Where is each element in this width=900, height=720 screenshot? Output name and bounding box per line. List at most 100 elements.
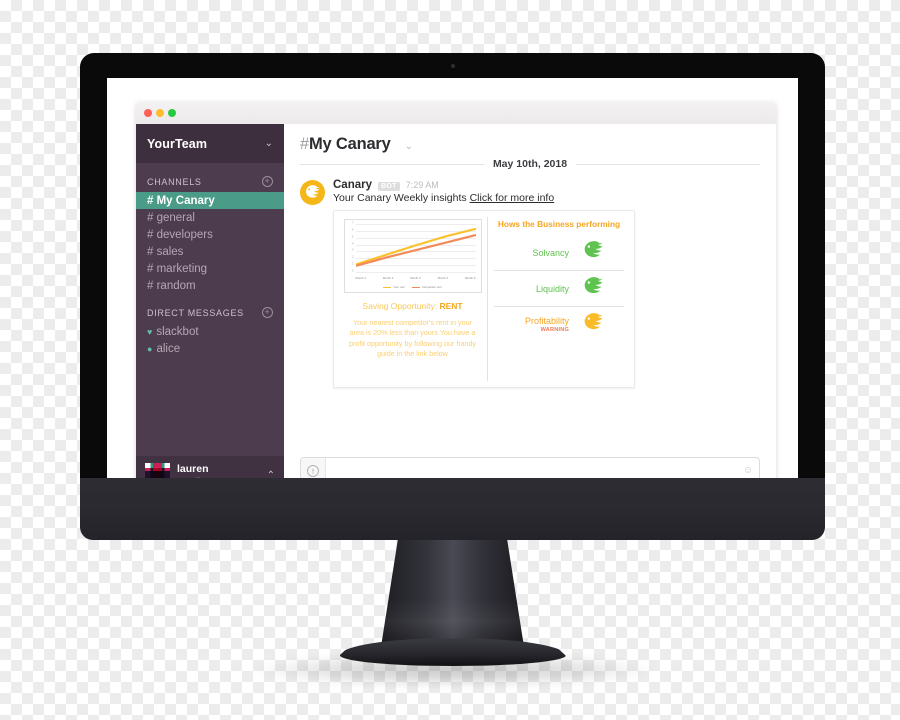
minimize-icon[interactable] (156, 109, 164, 117)
channel-label: # general (147, 211, 195, 224)
x-tick: Month 2 (382, 276, 394, 281)
monitor-shadow (252, 653, 653, 687)
message-list: Canary BOT 7:29 AM Your Canary Weekly in… (284, 170, 776, 449)
saving-title-highlight: RENT (439, 301, 463, 311)
sidebar-item-marketing[interactable]: # marketing (136, 260, 284, 277)
legend-label: Competitor rent (421, 285, 442, 290)
sidebar-item-sales[interactable]: # sales (136, 243, 284, 260)
message-composer[interactable]: ↑ ☺ (300, 457, 760, 478)
y-tick: 5 (352, 235, 354, 239)
saving-opportunity-title: Saving Opportunity: RENT (362, 301, 462, 311)
dm-label: slackbot (156, 325, 199, 338)
monitor-stand-neck (380, 540, 525, 650)
team-header[interactable]: YourTeam ⌄ (136, 124, 284, 163)
message-author: Canary (333, 179, 372, 191)
chart-plot-area: 7 6 5 4 3 2 1 0 (352, 222, 476, 273)
y-tick: 3 (352, 249, 354, 253)
chart-legend: Your rent Competitor rent (345, 286, 481, 289)
legend-item-competitor-rent: Competitor rent (411, 285, 442, 290)
divider-rule-right (576, 163, 761, 165)
legend-label: Your rent (393, 285, 405, 290)
sidebar-item-developers[interactable]: # developers (136, 226, 284, 243)
hash-icon: # (300, 135, 309, 153)
y-tick: 6 (352, 228, 354, 232)
message-input[interactable] (326, 464, 737, 477)
monitor-screen: YourTeam ⌄ CHANNELS + # My Canary # gene… (107, 78, 798, 478)
close-icon[interactable] (144, 109, 152, 117)
message-item: Canary BOT 7:29 AM Your Canary Weekly in… (300, 179, 760, 388)
team-name: YourTeam (147, 136, 208, 151)
add-channel-icon[interactable]: + (262, 176, 273, 187)
upload-button[interactable]: ↑ (301, 458, 326, 478)
message-body: Canary BOT 7:29 AM Your Canary Weekly in… (333, 179, 760, 388)
channel-label: # developers (147, 228, 213, 241)
message-text: Your Canary Weekly insights Click for mo… (333, 192, 760, 204)
more-info-link[interactable]: Click for more info (470, 192, 555, 204)
x-tick: Month 1 (355, 276, 366, 281)
metric-label: Profitability (524, 316, 569, 326)
channel-label: # marketing (147, 262, 208, 275)
channel-title-row: #My Canary ⌄ (300, 135, 760, 154)
chart-series-lines (356, 224, 476, 272)
metric-label: Solvancy (532, 247, 569, 258)
channels-section-header: CHANNELS + (136, 163, 284, 192)
bird-icon-green (579, 240, 607, 265)
slack-window: YourTeam ⌄ CHANNELS + # My Canary # gene… (136, 102, 776, 478)
user-info: lauren ● online (177, 463, 260, 479)
metric-warning-label: WARNING (540, 327, 569, 333)
card-right-panel: Hows the Business performing Solvancy Li… (488, 217, 630, 381)
chevron-up-icon[interactable]: ⌃ (267, 470, 275, 479)
y-tick: 0 (352, 269, 354, 273)
dm-label: DIRECT MESSAGES (147, 307, 244, 318)
monitor: YourTeam ⌄ CHANNELS + # My Canary # gene… (80, 53, 825, 687)
rent-comparison-chart: 7 6 5 4 3 2 1 0 Month 1 Month 2 Month 3 … (343, 219, 482, 293)
channel-title-text: My Canary (308, 135, 391, 153)
metric-label-wrap: Profitability WARNING (511, 316, 569, 333)
heart-icon: ♥ (147, 326, 153, 337)
sidebar-item-random[interactable]: # random (136, 277, 284, 294)
emoji-icon[interactable]: ☺ (737, 465, 759, 476)
metric-label-wrap: Solvancy (511, 248, 569, 258)
monitor-bezel: YourTeam ⌄ CHANNELS + # My Canary # gene… (80, 53, 825, 478)
channel-label: # random (147, 279, 196, 292)
message-text-plain: Your Canary Weekly insights (333, 192, 470, 204)
avatar (145, 462, 170, 478)
presence-dot-icon: ● (147, 343, 153, 354)
legend-swatch (411, 286, 420, 289)
sidebar: YourTeam ⌄ CHANNELS + # My Canary # gene… (136, 124, 284, 478)
x-tick: Month 4 (437, 276, 449, 281)
legend-swatch (383, 286, 392, 289)
user-name: lauren (177, 462, 209, 475)
window-body: YourTeam ⌄ CHANNELS + # My Canary # gene… (136, 124, 776, 478)
chevron-down-icon[interactable]: ⌄ (265, 138, 273, 149)
sidebar-item-slackbot[interactable]: ♥ slackbot (136, 323, 284, 340)
y-tick: 7 (352, 221, 354, 225)
sidebar-item-my-canary[interactable]: # My Canary (136, 192, 284, 209)
metric-row-liquidity: Liquidity (494, 270, 624, 306)
chevron-down-icon[interactable]: ⌄ (405, 141, 413, 152)
date-label: May 10th, 2018 (492, 158, 568, 170)
add-dm-icon[interactable]: + (262, 307, 273, 318)
metric-row-solvancy: Solvancy (494, 235, 624, 270)
sidebar-item-general[interactable]: # general (136, 209, 284, 226)
y-tick: 4 (352, 242, 354, 246)
status-badge: BOT (378, 182, 400, 191)
channels-label: CHANNELS (147, 176, 202, 187)
monitor-chin (80, 478, 825, 540)
saving-title-prefix: Saving Opportunity: (362, 301, 440, 311)
bird-icon-green (579, 276, 607, 301)
message-timestamp: 7:29 AM (405, 180, 439, 190)
x-tick: Month 3 (410, 276, 421, 281)
card-left-panel: 7 6 5 4 3 2 1 0 Month 1 Month 2 Month 3 … (338, 217, 488, 381)
user-bar[interactable]: lauren ● online ⌃ (136, 456, 284, 478)
sidebar-item-alice[interactable]: ● alice (136, 340, 284, 357)
y-tick: 1 (352, 262, 354, 266)
chart-x-axis: Month 1 Month 2 Month 3 Month 4 Month 5 (356, 277, 476, 280)
metric-label: Liquidity (535, 283, 569, 294)
window-titlebar (136, 102, 776, 124)
dm-label: alice (156, 342, 181, 355)
maximize-icon[interactable] (168, 109, 176, 117)
dm-section-header: DIRECT MESSAGES + (136, 294, 284, 323)
webcam-icon (450, 64, 455, 68)
